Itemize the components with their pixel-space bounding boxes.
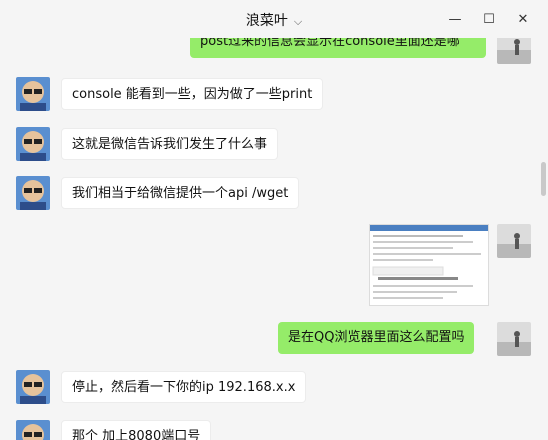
chevron-down-icon[interactable]: ⌵ (294, 15, 302, 29)
message-bubble-sent[interactable]: post过来的信息会显示在console里面还是哪 (190, 38, 486, 58)
avatar-contact-image (16, 77, 50, 111)
avatar-contact[interactable] (16, 176, 50, 210)
minimize-button[interactable]: — (438, 8, 472, 30)
avatar-self-image (497, 322, 531, 356)
message-text: post过来的信息会显示在console里面还是哪 (200, 38, 460, 49)
message-text: 我们相当于给微信提供一个api /wget (72, 186, 289, 201)
close-button[interactable]: ✕ (506, 8, 540, 30)
avatar-contact-image (16, 127, 50, 161)
avatar-self-image (497, 224, 531, 258)
message-text: 这就是微信告诉我们发生了什么事 (72, 137, 268, 152)
message-text: 是在QQ浏览器里面这么配置吗 (288, 330, 465, 345)
message-text: console 能看到一些，因为做了一些print (72, 87, 313, 102)
avatar-contact-image (16, 420, 50, 440)
message-text: 停止，然后看一下你的ip 192.168.x.x (72, 380, 296, 395)
avatar-contact[interactable] (16, 127, 50, 161)
message-bubble-sent[interactable]: 是在QQ浏览器里面这么配置吗 (278, 322, 475, 354)
message-bubble-received[interactable]: 那个 加上8080端口号 (61, 420, 212, 440)
screenshot-thumbnail (370, 225, 488, 299)
chat-history[interactable]: post过来的信息会显示在console里面还是哪 console 能看到一些，… (0, 38, 548, 440)
message-bubble-received[interactable]: 这就是微信告诉我们发生了什么事 (61, 128, 279, 160)
chat-title-text: 浪菜叶 (245, 13, 288, 29)
maximize-button[interactable]: ☐ (472, 8, 506, 30)
message-bubble-received[interactable]: 我们相当于给微信提供一个api /wget (61, 177, 300, 209)
avatar-contact-image (16, 176, 50, 210)
avatar-self[interactable] (497, 38, 531, 64)
avatar-contact[interactable] (16, 420, 50, 440)
message-bubble-received[interactable]: console 能看到一些，因为做了一些print (61, 78, 324, 110)
avatar-contact[interactable] (16, 77, 50, 111)
avatar-self[interactable] (497, 322, 531, 356)
avatar-contact-image (16, 370, 50, 404)
message-bubble-received[interactable]: 停止，然后看一下你的ip 192.168.x.x (61, 371, 307, 403)
avatar-self-image (497, 38, 531, 64)
message-text: 那个 加上8080端口号 (72, 429, 201, 440)
title-bar: 浪菜叶 ⌵ — ☐ ✕ (0, 0, 548, 38)
avatar-self[interactable] (497, 224, 531, 258)
image-message[interactable] (369, 224, 489, 306)
avatar-contact[interactable] (16, 370, 50, 404)
chat-scrollbar[interactable] (541, 162, 546, 196)
window-controls: — ☐ ✕ (438, 8, 540, 30)
